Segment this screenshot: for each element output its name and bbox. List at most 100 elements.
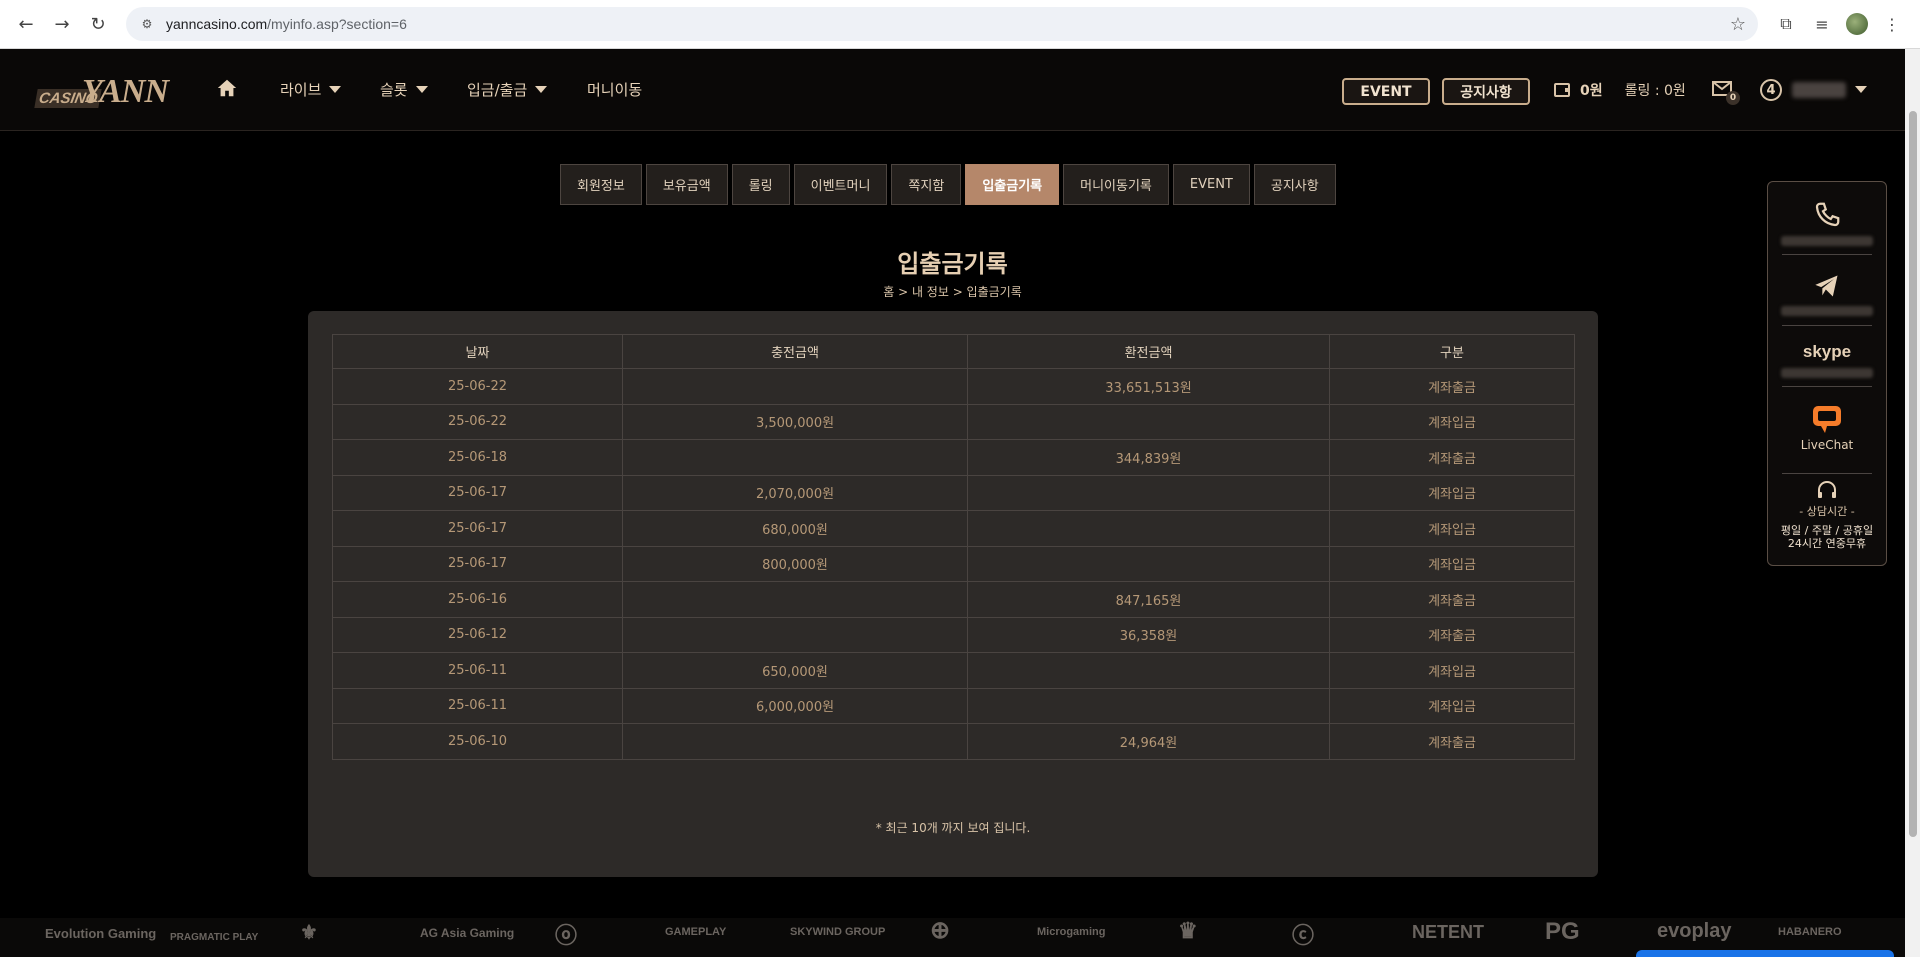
table-row: 25-06-11 650,000원 계좌입금 [332,652,1575,689]
reload-icon[interactable]: ↻ [82,8,114,40]
cell-date: 25-06-11 [332,652,623,689]
profile-avatar[interactable] [1846,13,1868,35]
tab-member-info[interactable]: 회원정보 [560,164,642,205]
history-panel: 날짜 충전금액 환전금액 구분 25-06-22 33,651,513원 계좌출금 2… [308,311,1598,877]
table-row: 25-06-17 680,000원 계좌입금 [332,510,1575,547]
casino-logo[interactable]: CASINO YANN [34,63,169,117]
skype-icon: skype [1802,342,1852,361]
tab-notice[interactable]: 공지사항 [1253,164,1336,205]
rolling-value: 롤링 : 0원 [1624,83,1686,99]
cell-deposit [622,616,968,653]
transaction-table: 날짜 충전금액 환전금액 구분 25-06-22 33,651,513원 계좌출금 2… [332,334,1575,760]
chevron-down-icon [329,86,342,93]
user-chevron-down-icon[interactable] [1855,86,1867,93]
provider-logo[interactable]: Microgaming [1037,926,1105,938]
col-withdraw-header: 환전금액 [967,334,1330,369]
back-icon[interactable]: ← [10,8,42,40]
provider-logo[interactable]: SKYWIND GROUP [790,926,885,938]
contact-side-panel: skype LiveChat - 상담시간 - 평일 / 주말 / 공휴일 24… [1767,181,1887,566]
cell-deposit: 6,000,000원 [622,687,968,724]
tab-messages[interactable]: 쪽지함 [891,164,962,205]
extensions-icon[interactable]: ⧉ [1768,8,1804,40]
cell-deposit [622,439,968,476]
provider-logos: Evolution Gaming PRAGMATIC PLAY ⚜ AG Asi… [0,918,1905,957]
tab-transaction-history[interactable]: 입출금기록 [965,164,1060,205]
tab-balance[interactable]: 보유금액 [645,164,728,205]
cell-type: 계좌출금 [1329,616,1575,653]
provider-logo-emblem[interactable]: ⚜ [300,920,318,945]
username-blurred[interactable] [1792,82,1846,98]
forward-icon[interactable]: → [46,8,78,40]
provider-logo[interactable]: AG Asia Gaming [420,926,514,940]
cell-date: 25-06-17 [332,474,623,511]
menu-deposit-withdraw[interactable]: 입금/출금 [467,79,548,100]
cell-withdraw: 344,839원 [967,439,1330,476]
provider-logo[interactable]: evoplay [1657,920,1731,943]
cell-type: 계좌출금 [1329,439,1575,476]
cell-withdraw [967,687,1330,724]
table-row: 25-06-17 2,070,000원 계좌입금 [332,474,1575,511]
livechat-label: LiveChat [1800,438,1854,452]
bookmark-star-icon[interactable]: ☆ [1730,14,1746,35]
table-row: 25-06-17 800,000원 계좌입금 [332,545,1575,582]
cell-deposit [622,368,968,405]
cell-type: 계좌입금 [1329,474,1575,511]
home-icon[interactable] [216,77,238,99]
livechat-button[interactable]: LiveChat [1768,404,1886,452]
phone-contact[interactable] [1768,200,1886,246]
menu-slot[interactable]: 슬롯 [380,79,428,100]
cell-type: 계좌입금 [1329,687,1575,724]
provider-logo[interactable]: PG [1545,918,1580,946]
cell-type: 계좌입금 [1329,652,1575,689]
tab-event-money[interactable]: 이벤트머니 [793,164,888,205]
provider-logo-emblem[interactable]: ♛ [1178,918,1198,944]
hours-line-2: 24시간 연중무휴 [1787,537,1867,550]
url-text[interactable]: yanncasino.com/myinfo.asp?section=6 [166,16,1730,32]
menu-deposit-label: 입금/출금 [467,81,528,99]
provider-logo[interactable]: NETENT [1412,922,1484,943]
event-button[interactable]: EVENT [1342,78,1430,105]
site-header: CASINO YANN 라이브 슬롯 입금/출금 머니이동 EVENT 공지사항… [0,49,1905,131]
provider-logo-emblem[interactable]: ⊕ [930,918,950,945]
telegram-contact[interactable] [1768,272,1886,316]
menu-live[interactable]: 라이브 [280,79,342,100]
download-bar [1636,950,1894,957]
site-info-icon[interactable]: ⚙ [138,15,156,33]
col-type-header: 구분 [1329,334,1575,369]
cell-type: 계좌입금 [1329,545,1575,582]
breadcrumb: 홈 > 내 정보 > 입출금기록 [883,285,1022,299]
level-badge: 4 [1760,79,1782,101]
menu-kebab-icon[interactable]: ⋮ [1874,8,1910,40]
cell-date: 25-06-22 [332,368,623,405]
url-path: /myinfo.asp?section=6 [267,16,407,32]
cell-withdraw: 847,165원 [967,581,1330,618]
hours-line-1: 평일 / 주말 / 공휴일 [1780,524,1874,537]
tab-rolling[interactable]: 롤링 [731,164,790,205]
phone-number-blurred [1781,236,1873,246]
hours-title: - 상담시간 - [1799,505,1855,518]
cell-withdraw: 33,651,513원 [967,368,1330,405]
cell-withdraw: 36,358원 [967,616,1330,653]
provider-logo-emblem[interactable]: ⓞ [555,918,577,950]
provider-logo[interactable]: Evolution Gaming [45,926,156,941]
page-scrollbar[interactable] [1905,49,1920,957]
provider-logo[interactable]: PRAGMATIC PLAY [170,932,258,943]
media-icon[interactable]: ≡ [1804,8,1840,40]
menu-money-transfer[interactable]: 머니이동 [587,79,642,100]
skype-contact[interactable]: skype [1768,342,1886,378]
cell-date: 25-06-11 [332,687,623,724]
address-bar[interactable]: ⚙ yanncasino.com/myinfo.asp?section=6 ☆ [126,7,1758,41]
tab-event[interactable]: EVENT [1172,164,1250,205]
menu-slot-label: 슬롯 [380,81,408,99]
notice-button[interactable]: 공지사항 [1442,78,1530,105]
provider-logo[interactable]: HABANERO [1778,926,1842,938]
table-row: 25-06-10 24,964원 계좌출금 [332,723,1575,760]
tab-money-transfer-history[interactable]: 머니이동기록 [1063,164,1169,205]
cell-withdraw: 24,964원 [967,723,1330,760]
provider-logo-emblem[interactable]: ⓒ [1292,918,1314,950]
cell-date: 25-06-22 [332,403,623,440]
cell-date: 25-06-16 [332,581,623,618]
cell-type: 계좌입금 [1329,403,1575,440]
scrollbar-thumb[interactable] [1909,111,1917,837]
provider-logo[interactable]: GAMEPLAY [665,926,726,938]
